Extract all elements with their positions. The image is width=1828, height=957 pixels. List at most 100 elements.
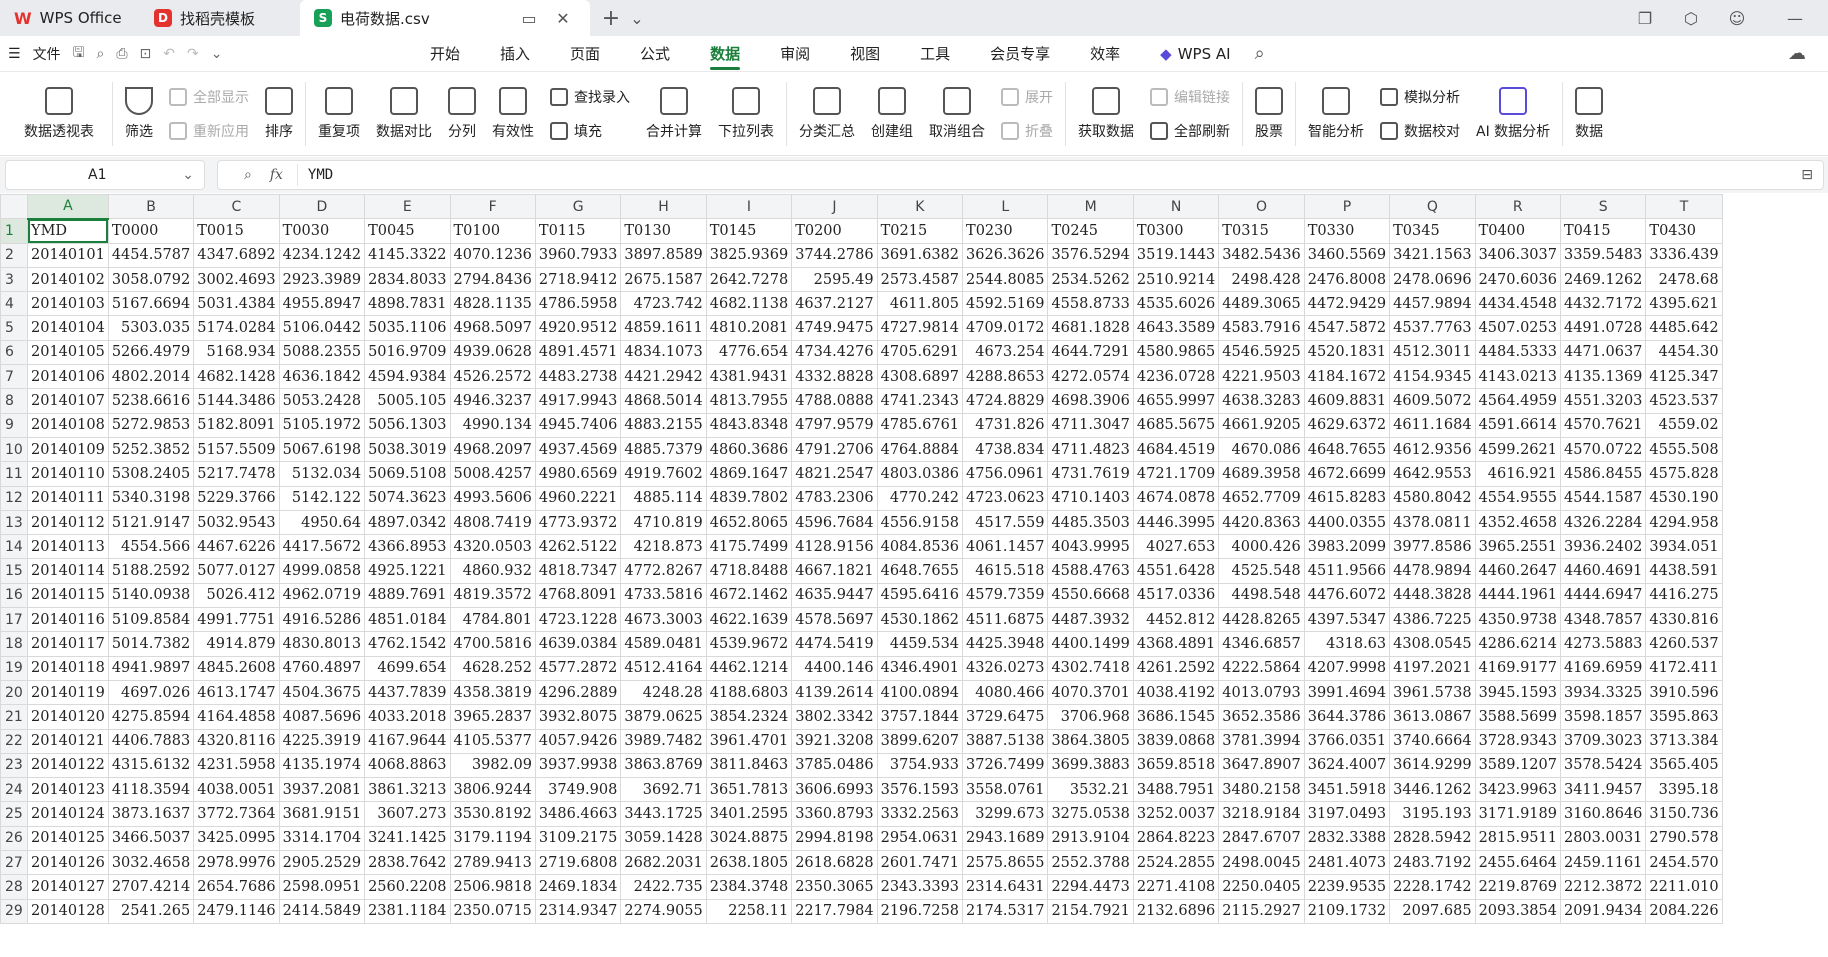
column-header-k[interactable]: K bbox=[876, 194, 964, 220]
cell-f11[interactable]: 5008.4257 bbox=[449, 461, 536, 487]
cell-m19[interactable]: 4302.7418 bbox=[1047, 655, 1134, 681]
row-header-22[interactable]: 22 bbox=[0, 728, 28, 754]
cell-a8[interactable]: 20140107 bbox=[27, 388, 109, 414]
cell-t3[interactable]: 2478.68 bbox=[1645, 266, 1723, 293]
cell-h1[interactable]: T0130 bbox=[620, 218, 707, 244]
cell-h4[interactable]: 4723.742 bbox=[620, 291, 707, 317]
cell-j14[interactable]: 4128.9156 bbox=[791, 534, 878, 560]
cell-b14[interactable]: 4554.566 bbox=[107, 534, 195, 560]
cell-k16[interactable]: 4595.6416 bbox=[876, 582, 964, 609]
cell-f26[interactable]: 3179.1194 bbox=[449, 825, 536, 852]
cell-h28[interactable]: 2422.735 bbox=[620, 874, 707, 900]
cell-b27[interactable]: 3032.4658 bbox=[107, 850, 195, 876]
column-header-t[interactable]: T bbox=[1645, 194, 1723, 220]
cloud-upload-icon[interactable]: ☁ bbox=[1788, 43, 1806, 64]
cell-a3[interactable]: 20140102 bbox=[27, 266, 109, 293]
cell-g2[interactable]: 3960.7933 bbox=[534, 242, 622, 268]
cell-a26[interactable]: 20140125 bbox=[27, 825, 109, 852]
cell-h17[interactable]: 4673.3003 bbox=[620, 607, 707, 633]
cell-h9[interactable]: 4883.2155 bbox=[620, 412, 707, 438]
cell-s26[interactable]: 2803.0031 bbox=[1559, 825, 1647, 852]
cell-d1[interactable]: T0030 bbox=[278, 218, 366, 244]
cell-f13[interactable]: 4808.7419 bbox=[449, 509, 536, 536]
ungroup-button[interactable]: 取消组合 bbox=[921, 76, 993, 152]
cell-l27[interactable]: 2575.8655 bbox=[962, 850, 1049, 876]
cell-r7[interactable]: 4143.0213 bbox=[1474, 364, 1561, 390]
cell-q12[interactable]: 4580.8042 bbox=[1389, 485, 1476, 511]
more-chevron-icon[interactable]: ⌄ bbox=[211, 46, 223, 62]
cell-g23[interactable]: 3937.9938 bbox=[534, 752, 622, 779]
cell-q21[interactable]: 3613.0867 bbox=[1389, 704, 1476, 730]
cell-p29[interactable]: 2109.1732 bbox=[1303, 898, 1391, 924]
cell-l22[interactable]: 3887.5138 bbox=[962, 728, 1049, 754]
cell-d15[interactable]: 4999.0858 bbox=[278, 558, 366, 584]
cell-m14[interactable]: 4043.9995 bbox=[1047, 534, 1134, 560]
cell-b6[interactable]: 5266.4979 bbox=[107, 339, 195, 366]
cell-m8[interactable]: 4698.3906 bbox=[1047, 388, 1134, 414]
cell-h19[interactable]: 4512.4164 bbox=[620, 655, 707, 681]
cell-a7[interactable]: 20140106 bbox=[27, 364, 109, 390]
cell-m23[interactable]: 3699.3883 bbox=[1047, 752, 1134, 779]
menu-efficiency[interactable]: 效率 bbox=[1070, 36, 1140, 72]
cell-p8[interactable]: 4609.8831 bbox=[1303, 388, 1391, 414]
what-if-button[interactable]: 模拟分析 bbox=[1380, 87, 1460, 107]
save-icon[interactable]: 🖫 bbox=[73, 42, 85, 66]
cell-f10[interactable]: 4968.2097 bbox=[449, 436, 536, 463]
cell-h27[interactable]: 2682.2031 bbox=[620, 850, 707, 876]
cell-p17[interactable]: 4397.5347 bbox=[1303, 607, 1391, 633]
menu-wps-ai[interactable]: ◆ WPS AI bbox=[1140, 36, 1250, 72]
cell-j29[interactable]: 2217.7984 bbox=[791, 898, 878, 924]
cell-i3[interactable]: 2642.7278 bbox=[705, 266, 793, 293]
cell-b11[interactable]: 5308.2405 bbox=[107, 461, 195, 487]
cell-a25[interactable]: 20140124 bbox=[27, 801, 109, 827]
cell-k8[interactable]: 4741.2343 bbox=[876, 388, 964, 414]
cell-q20[interactable]: 3961.5738 bbox=[1389, 679, 1476, 706]
cell-j24[interactable]: 3606.6993 bbox=[791, 777, 878, 803]
row-header-20[interactable]: 20 bbox=[0, 679, 28, 706]
cell-n14[interactable]: 4027.653 bbox=[1132, 534, 1220, 560]
cell-l29[interactable]: 2174.5317 bbox=[962, 898, 1049, 924]
row-header-14[interactable]: 14 bbox=[0, 534, 28, 560]
hamburger-icon[interactable]: ☰ bbox=[8, 46, 21, 62]
cell-d17[interactable]: 4916.5286 bbox=[278, 607, 366, 633]
cell-a23[interactable]: 20140122 bbox=[27, 752, 109, 779]
cell-s22[interactable]: 3709.3023 bbox=[1559, 728, 1647, 754]
cell-r1[interactable]: T0400 bbox=[1474, 218, 1561, 244]
cell-h22[interactable]: 3989.7482 bbox=[620, 728, 707, 754]
cell-r21[interactable]: 3588.5699 bbox=[1474, 704, 1561, 730]
cell-o16[interactable]: 4498.548 bbox=[1218, 582, 1305, 609]
cell-t28[interactable]: 2211.010 bbox=[1645, 874, 1723, 900]
ai-analysis-button[interactable]: AI 数据分析 bbox=[1468, 76, 1558, 152]
cell-s10[interactable]: 4570.0722 bbox=[1559, 436, 1647, 463]
cell-t6[interactable]: 4454.30 bbox=[1645, 339, 1723, 366]
cell-n25[interactable]: 3252.0037 bbox=[1132, 801, 1220, 827]
cell-s20[interactable]: 3934.3325 bbox=[1559, 679, 1647, 706]
cell-a17[interactable]: 20140116 bbox=[27, 607, 109, 633]
cell-t9[interactable]: 4559.02 bbox=[1645, 412, 1723, 438]
cell-a22[interactable]: 20140121 bbox=[27, 728, 109, 754]
cell-o15[interactable]: 4525.548 bbox=[1218, 558, 1305, 584]
cell-k2[interactable]: 3691.6382 bbox=[876, 242, 964, 268]
cell-o10[interactable]: 4670.086 bbox=[1218, 436, 1305, 463]
cell-h29[interactable]: 2274.9055 bbox=[620, 898, 707, 924]
cell-g3[interactable]: 2718.9412 bbox=[534, 266, 622, 293]
cell-g7[interactable]: 4483.2738 bbox=[534, 364, 622, 390]
cell-r19[interactable]: 4169.9177 bbox=[1474, 655, 1561, 681]
cell-k1[interactable]: T0215 bbox=[876, 218, 964, 244]
cell-i15[interactable]: 4718.8488 bbox=[705, 558, 793, 584]
cell-m1[interactable]: T0245 bbox=[1047, 218, 1134, 244]
column-header-i[interactable]: I bbox=[705, 194, 793, 220]
cell-k7[interactable]: 4308.6897 bbox=[876, 364, 964, 390]
cell-s1[interactable]: T0415 bbox=[1559, 218, 1647, 244]
cell-c9[interactable]: 5182.8091 bbox=[193, 412, 280, 438]
cell-h6[interactable]: 4834.1073 bbox=[620, 339, 707, 366]
cell-f17[interactable]: 4784.801 bbox=[449, 607, 536, 633]
cell-o8[interactable]: 4638.3283 bbox=[1218, 388, 1305, 414]
cell-i2[interactable]: 3825.9369 bbox=[705, 242, 793, 268]
chevron-down-icon[interactable]: ⌄ bbox=[182, 167, 194, 183]
cell-f3[interactable]: 2794.8436 bbox=[449, 266, 536, 293]
cell-o1[interactable]: T0315 bbox=[1218, 218, 1305, 244]
cell-i10[interactable]: 4860.3686 bbox=[705, 436, 793, 463]
cell-k25[interactable]: 3332.2563 bbox=[876, 801, 964, 827]
cell-d6[interactable]: 5088.2355 bbox=[278, 339, 366, 366]
